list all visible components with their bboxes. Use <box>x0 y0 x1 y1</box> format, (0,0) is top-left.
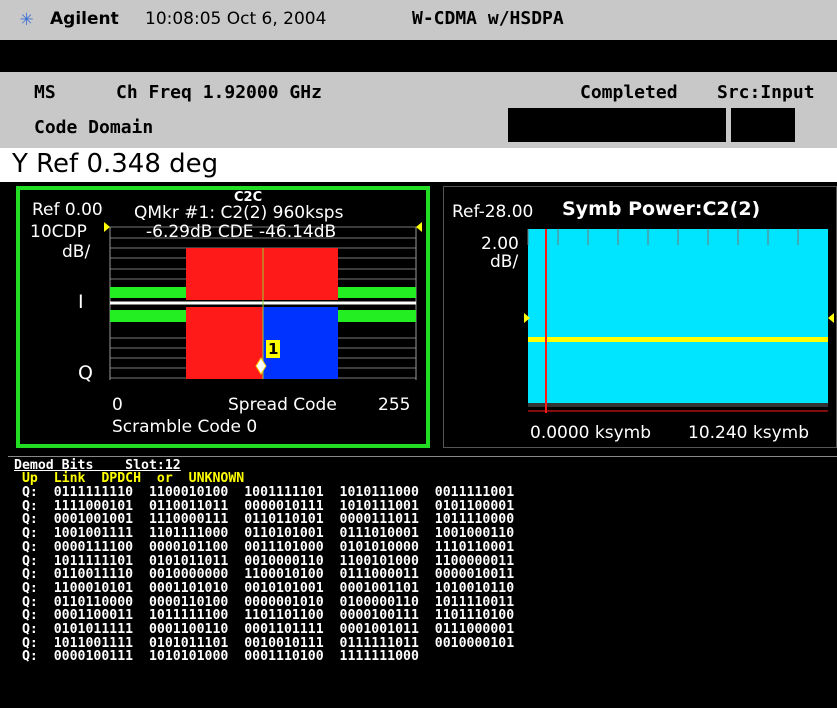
bit-row: Q: 0111111110 1100010100 1001111101 1010… <box>14 485 515 500</box>
ref-arrow-right-icon <box>416 222 422 232</box>
bit-row: Q: 0110011110 0010000000 1100010100 0111… <box>14 567 515 583</box>
bit-row: Q: 0001100011 1011111100 1101101100 0000… <box>14 608 515 624</box>
bit-row: Q: 1001001111 1101111000 0110101001 0111… <box>14 526 515 542</box>
marker-number-badge: 1 <box>266 340 281 358</box>
bit-row: Q: 1111000101 0110011011 0000010111 1010… <box>14 498 515 514</box>
i-channel-label: I <box>78 291 84 313</box>
mode-label: W-CDMA w/HSDPA <box>412 8 564 29</box>
agilent-logo-icon: ✳ <box>20 6 34 31</box>
demod-subheader: Up Link DPDCH or UNKNOWN <box>14 471 245 486</box>
right-level-arrow-icon <box>828 313 834 323</box>
y-ref-value: Y Ref 0.348 deg <box>12 149 219 179</box>
source-label: Src:Input <box>717 82 815 103</box>
bit-row: Q: 0000111100 0000101100 0011101000 0101… <box>14 539 515 555</box>
i-code-bar-left <box>186 248 263 300</box>
bit-row: Q: 0110110000 0000110100 0000001010 0100… <box>14 594 515 610</box>
brand-name: Agilent <box>50 9 119 29</box>
status-box-2 <box>731 108 795 142</box>
scramble-code-label: Scramble Code 0 <box>112 417 258 437</box>
bit-row: Q: 0000100111 1010101000 0001110100 1111… <box>14 649 419 665</box>
right-x-start: 0.0000 ksymb <box>530 423 652 443</box>
left-x-end: 255 <box>378 395 411 415</box>
i-code-bar-right <box>263 248 338 300</box>
ref-arrow-icon <box>104 222 110 232</box>
device-label: MS <box>34 82 56 103</box>
bit-row: Q: 1100010101 0001101010 0010101001 0001… <box>14 580 515 596</box>
right-x-end: 10.240 ksymb <box>688 423 810 443</box>
measurement-name: Code Domain <box>34 117 154 138</box>
demod-bits-list: Q: 0111111110 1100010100 1001111101 1010… <box>14 486 514 664</box>
q-channel-label: Q <box>78 362 93 384</box>
left-scale-unit: dB/ <box>62 242 91 262</box>
right-scale-unit: dB/ <box>490 252 519 272</box>
symbol-power-title: Symb Power:C2(2) <box>562 198 761 220</box>
bit-row: Q: 0001001001 1110000111 0110110101 0000… <box>14 512 515 528</box>
right-scale-value: 2.00 <box>481 234 519 254</box>
right-ref-label: Ref-28.00 <box>452 202 534 222</box>
channel-frequency: Ch Freq 1.92000 GHz <box>116 82 322 103</box>
status-label: Completed <box>580 82 678 103</box>
bit-row: Q: 1011001111 0101011101 0010010111 0111… <box>14 635 515 651</box>
bit-row: Q: 1011111101 0101011011 0010000110 1100… <box>14 553 515 569</box>
cdp-label: 10CDP <box>30 222 87 242</box>
status-box-1 <box>508 108 726 142</box>
date-time: 10:08:05 Oct 6, 2004 <box>145 9 327 29</box>
spread-code-label: Spread Code <box>228 395 337 415</box>
bit-row: Q: 0101011111 0001100110 0001101111 0001… <box>14 622 515 638</box>
left-ref-label: Ref 0.00 <box>32 200 103 220</box>
left-x-start: 0 <box>112 395 123 415</box>
marker-readout: QMkr #1: C2(2) 960ksps <box>134 203 344 223</box>
cdp-cde-values: -6.29dB CDE -46.14dB <box>146 222 337 242</box>
symbol-power-graph <box>524 229 834 413</box>
symbol-power-trace <box>528 337 828 342</box>
q-code-bar-left <box>186 307 263 379</box>
